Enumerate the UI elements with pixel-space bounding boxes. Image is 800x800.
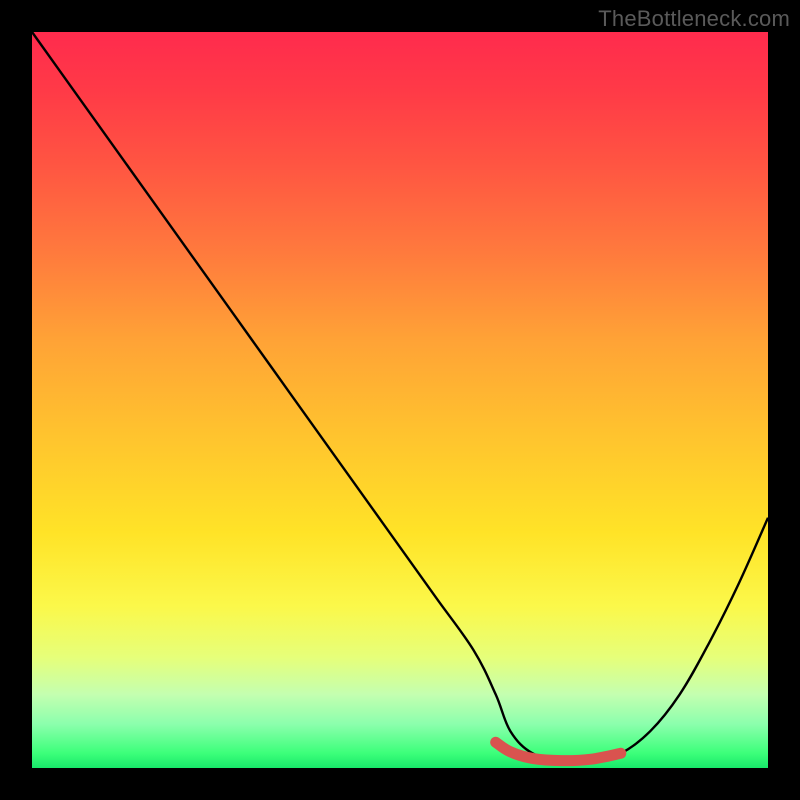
highlighted-range-marker	[496, 742, 621, 760]
curve-svg	[32, 32, 768, 768]
plot-area	[32, 32, 768, 768]
watermark-text: TheBottleneck.com	[598, 6, 790, 32]
chart-frame: TheBottleneck.com	[0, 0, 800, 800]
bottleneck-curve	[32, 32, 768, 762]
